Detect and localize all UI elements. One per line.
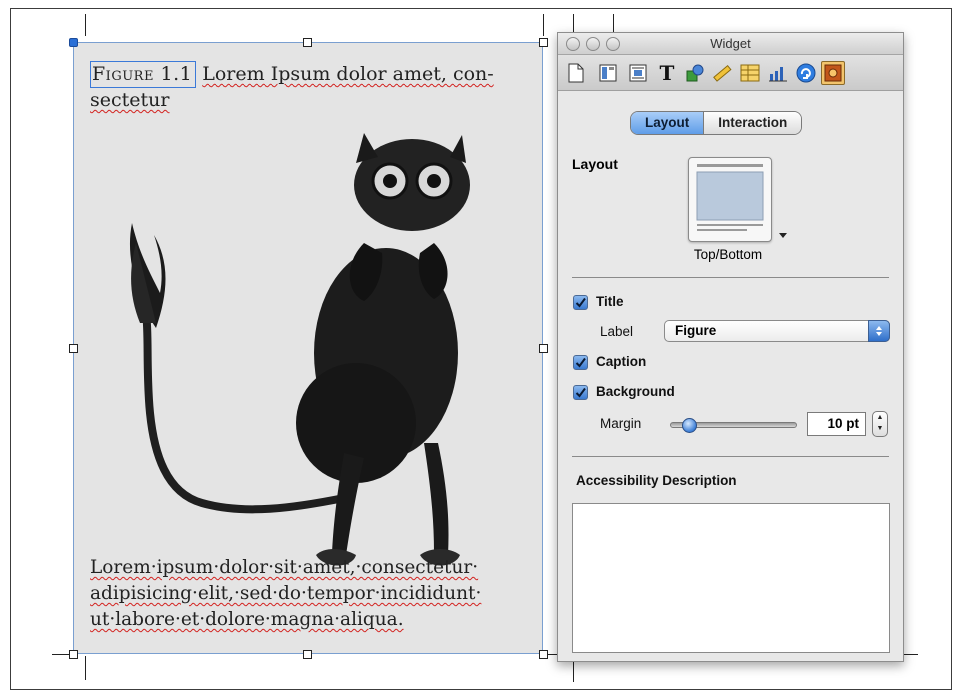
layout-preset-picker[interactable] xyxy=(688,157,772,242)
checkmark-icon xyxy=(575,387,586,398)
resize-handle-bottom-left[interactable] xyxy=(69,650,78,659)
margin-field[interactable]: 10 pt xyxy=(807,412,866,436)
graphic-icon[interactable] xyxy=(683,61,707,85)
checkmark-icon xyxy=(575,297,586,308)
resize-handle-left[interactable] xyxy=(69,344,78,353)
figure-widget[interactable]: Figure 1.1 Lorem Ipsum dolor amet, con- … xyxy=(73,42,543,654)
layout-section-label: Layout xyxy=(572,156,618,172)
caption-line: Lorem·ipsum·dolor·sit·amet,·consectetur· xyxy=(90,557,479,578)
resize-handle-bottom-right[interactable] xyxy=(539,650,548,659)
guide-line xyxy=(904,654,918,655)
tab-layout[interactable]: Layout xyxy=(631,112,705,134)
resize-handle-top[interactable] xyxy=(303,38,312,47)
checkmark-icon xyxy=(575,357,586,368)
chart-icon[interactable] xyxy=(766,61,790,85)
widget-icon[interactable] xyxy=(821,61,845,85)
chevron-down-icon[interactable] xyxy=(779,233,787,238)
guide-line xyxy=(85,14,86,36)
svg-text:T: T xyxy=(660,63,675,83)
layout-preset-caption: Top/Bottom xyxy=(693,247,763,262)
guide-line xyxy=(85,656,86,680)
tab-interaction[interactable]: Interaction xyxy=(704,112,802,134)
resize-handle-top-left[interactable] xyxy=(69,38,78,47)
background-checkbox-label: Background xyxy=(596,384,675,399)
resize-handle-right[interactable] xyxy=(539,344,548,353)
guide-line xyxy=(573,662,574,682)
figure-title-text: Lorem Ipsum dolor amet, con- xyxy=(202,63,494,85)
margin-label: Margin xyxy=(600,416,642,431)
guide-line xyxy=(543,14,544,36)
tarsier-illustration xyxy=(129,133,470,566)
metrics-icon[interactable] xyxy=(710,61,734,85)
link-icon[interactable] xyxy=(794,61,818,85)
title-checkbox[interactable] xyxy=(573,295,588,310)
widget-inspector: Widget T Layout Interaction Layout Top/B… xyxy=(557,32,904,662)
figure-title-text-cont: sectetur xyxy=(90,89,170,111)
text-wrap-icon[interactable] xyxy=(626,61,650,85)
figure-caption[interactable]: Lorem·ipsum·dolor·sit·amet,·consectetur·… xyxy=(90,555,536,633)
inspector-tabs: Layout Interaction xyxy=(630,111,803,135)
guide-line xyxy=(613,14,614,32)
resize-handle-top-right[interactable] xyxy=(539,38,548,47)
accessibility-label: Accessibility Description xyxy=(576,473,737,488)
table-icon[interactable] xyxy=(738,61,762,85)
label-field-label: Label xyxy=(600,324,634,339)
window-title: Widget xyxy=(710,36,751,51)
updown-arrows-icon[interactable] xyxy=(868,320,890,342)
margin-slider-knob[interactable] xyxy=(682,418,697,433)
document-icon[interactable] xyxy=(564,61,588,85)
section-divider xyxy=(572,456,889,457)
accessibility-description-field[interactable] xyxy=(572,503,890,653)
label-select[interactable]: Figure xyxy=(664,320,890,342)
caption-checkbox[interactable] xyxy=(573,355,588,370)
top-bottom-layout-icon xyxy=(696,164,764,231)
caption-line: ut·labore·et·dolore·magna·aliqua. xyxy=(90,609,404,630)
inspector-titlebar[interactable]: Widget xyxy=(558,33,903,55)
text-icon[interactable]: T xyxy=(655,61,679,85)
margin-slider[interactable] xyxy=(670,418,797,433)
figure-title[interactable]: Figure 1.1 Lorem Ipsum dolor amet, con- … xyxy=(90,61,530,113)
resize-handle-bottom[interactable] xyxy=(303,650,312,659)
caption-checkbox-label: Caption xyxy=(596,354,647,369)
caption-line: adipisicing·elit,·sed·do·tempor·incididu… xyxy=(90,583,482,604)
title-checkbox-label: Title xyxy=(596,294,624,309)
section-divider xyxy=(572,277,889,278)
label-select-value: Figure xyxy=(675,323,717,338)
background-checkbox[interactable] xyxy=(573,385,588,400)
margin-stepper[interactable]: ▲ ▼ xyxy=(872,411,888,437)
figure-title-label[interactable]: Figure 1.1 xyxy=(90,61,197,88)
inspector-toolbar: T xyxy=(558,55,903,91)
layout-icon[interactable] xyxy=(596,61,620,85)
